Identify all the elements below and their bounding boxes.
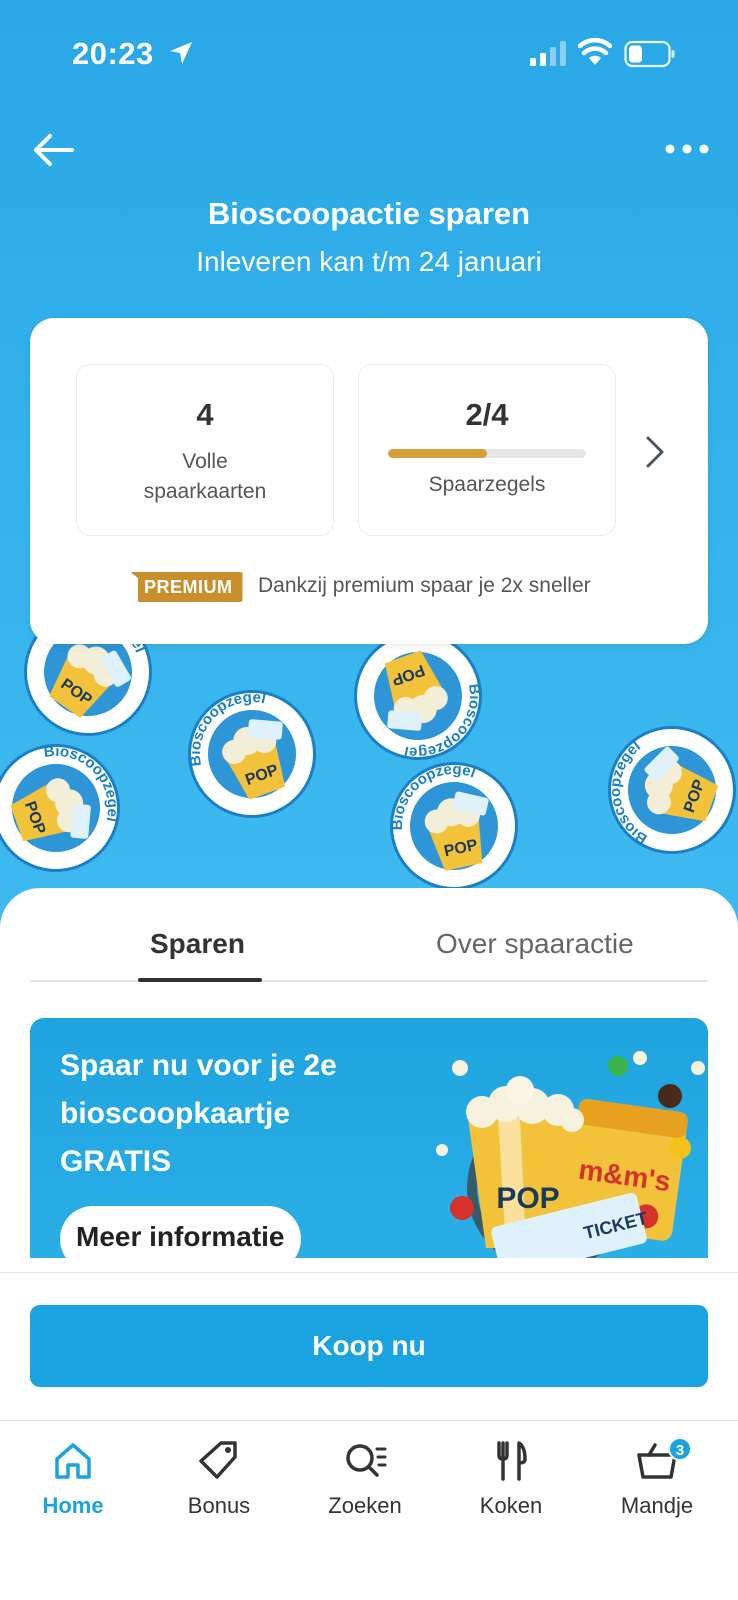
- bioscoopzegel-sticker: POPBioscoopzegel: [354, 632, 484, 762]
- premium-text: Dankzij premium spaar je 2x sneller: [258, 574, 591, 597]
- stamps-progress-bar: [388, 449, 586, 458]
- promo-line3: GRATIS: [60, 1145, 172, 1178]
- bottom-navigation: Home Bonus Zoeken Koken 3 Mandje: [0, 1420, 738, 1600]
- tab-over-spaaractie[interactable]: Over spaaractie: [436, 928, 634, 960]
- stamps-value: 2/4: [465, 397, 509, 432]
- full-cards-label: Volle spaarkaarten: [77, 447, 333, 507]
- svg-text:POP: POP: [496, 1182, 559, 1215]
- search-list-icon: [346, 1444, 387, 1477]
- savings-summary-card: 4 Volle spaarkaarten 2/4 Spaarzegels PRE…: [30, 318, 708, 644]
- nav-mandje-label: Mandje: [620, 1493, 694, 1518]
- chevron-right-icon[interactable]: [642, 434, 668, 470]
- stamps-progress-fill: [388, 449, 487, 458]
- nav-mandje[interactable]: 3 Mandje: [584, 1437, 730, 1547]
- nav-koken[interactable]: Koken: [438, 1437, 584, 1547]
- battery-icon: [624, 40, 675, 68]
- promo-line2: bioscoopkaartje: [60, 1097, 291, 1130]
- page-subtitle: Inleveren kan t/m 24 januari: [196, 246, 542, 277]
- tag-icon: [199, 1441, 237, 1479]
- premium-badge: PREMIUM: [130, 572, 243, 602]
- bioscoopzegel-sticker: POPBioscoopzegel: [186, 688, 316, 818]
- signal-icon: [530, 41, 566, 66]
- buy-now-button[interactable]: Koop nu: [30, 1305, 708, 1387]
- buy-bar: Koop nu: [0, 1272, 738, 1422]
- full-cards-value: 4: [196, 397, 214, 432]
- full-cards-label-line1: Volle: [182, 450, 228, 473]
- status-bar: 20:23: [0, 0, 738, 110]
- bioscoopzegel-sticker: POPBioscoopzegel: [388, 760, 518, 890]
- more-info-button[interactable]: Meer informatie: [60, 1206, 301, 1258]
- stamps-stat: 2/4 Spaarzegels: [358, 364, 616, 536]
- active-tab-indicator: [138, 978, 262, 982]
- nav-home[interactable]: Home: [0, 1437, 146, 1547]
- nav-bonus[interactable]: Bonus: [146, 1437, 292, 1547]
- stamps-label: Spaarzegels: [428, 473, 546, 496]
- popcorn-candy-illustration: m&m's POP TICKET: [436, 1051, 705, 1258]
- cutlery-icon: [497, 1441, 527, 1481]
- nav-zoeken-label: Zoeken: [328, 1493, 402, 1518]
- nav-bonus-label: Bonus: [187, 1493, 251, 1518]
- nav-koken-label: Koken: [479, 1493, 543, 1518]
- premium-row: PREMIUM Dankzij premium spaar je 2x snel…: [30, 570, 708, 610]
- tab-sparen[interactable]: Sparen: [150, 928, 245, 960]
- nav-zoeken[interactable]: Zoeken: [292, 1437, 438, 1547]
- bioscoopzegel-sticker: POPBioscoopzegel: [0, 742, 122, 872]
- bioscoopzegel-sticker: POPBioscoopzegel: [606, 726, 736, 854]
- cart-count-badge: 3: [668, 1437, 692, 1461]
- tab-bar-segment: Sparen Over spaaractie: [30, 918, 708, 982]
- more-options-icon[interactable]: [664, 134, 710, 164]
- status-time: 20:23: [72, 36, 154, 71]
- wifi-icon: [578, 38, 612, 65]
- promo-line1: Spaar nu voor je 2e: [60, 1049, 337, 1082]
- nav-home-label: Home: [42, 1493, 104, 1518]
- home-icon: [55, 1443, 91, 1479]
- location-arrow-icon: [170, 42, 192, 64]
- page-title: Bioscoopactie sparen: [207, 196, 531, 231]
- full-cards-stat: 4 Volle spaarkaarten: [76, 364, 334, 536]
- hero-background: 20:23 Bioscoopactie sparen Inleveren kan…: [0, 0, 738, 940]
- back-arrow-icon[interactable]: [30, 128, 78, 172]
- full-cards-label-line2: spaarkaarten: [143, 480, 267, 503]
- promo-headline: Spaar nu voor je 2e bioscoopkaartje GRAT…: [60, 1042, 400, 1186]
- promo-banner[interactable]: Spaar nu voor je 2e bioscoopkaartje GRAT…: [30, 1018, 708, 1258]
